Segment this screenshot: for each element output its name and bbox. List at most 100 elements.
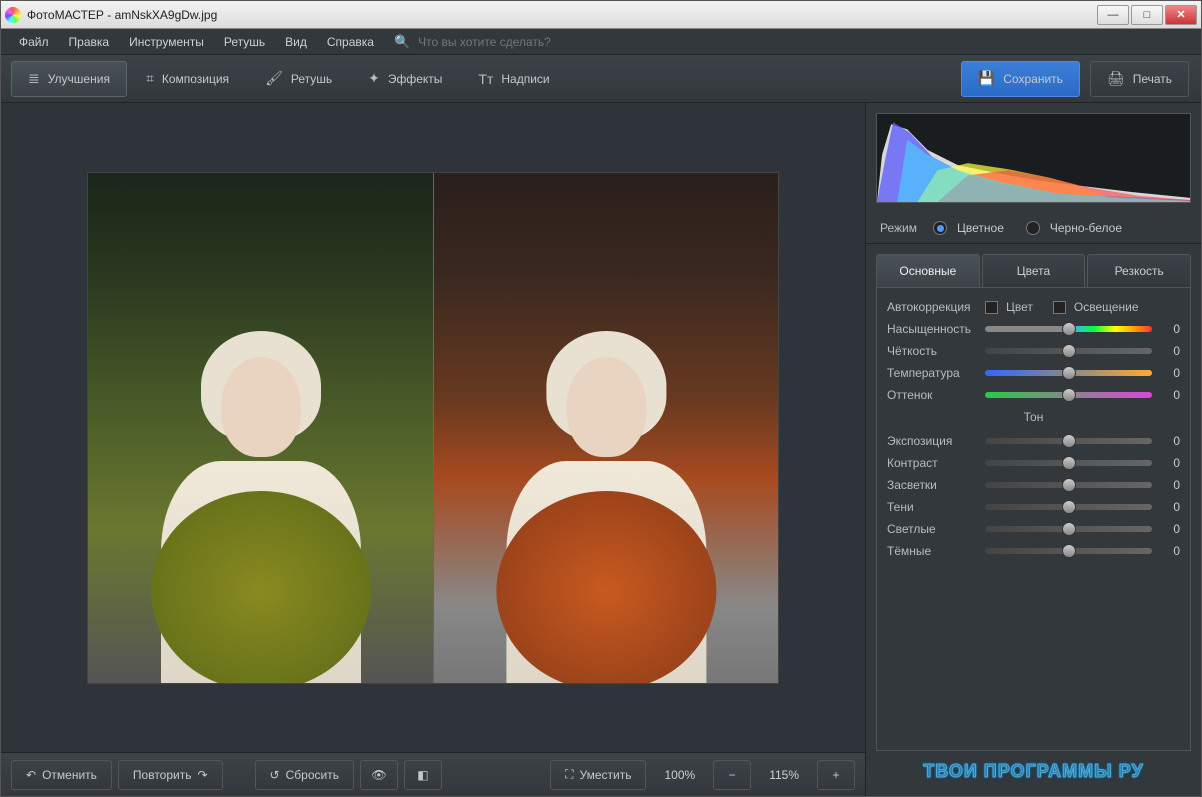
- slider-thumb[interactable]: [1062, 544, 1076, 558]
- slider-track[interactable]: [985, 460, 1152, 466]
- menu-retouch[interactable]: Ретушь: [216, 31, 273, 53]
- slider-thumb[interactable]: [1062, 434, 1076, 448]
- slider-thumb[interactable]: [1062, 388, 1076, 402]
- radio-bw[interactable]: [1026, 221, 1040, 235]
- tab-text[interactable]: TтНадписи: [461, 61, 566, 97]
- tab-label: Улучшения: [48, 72, 110, 86]
- slider-thumb[interactable]: [1062, 478, 1076, 492]
- redo-button[interactable]: Повторить↷: [118, 760, 223, 790]
- sliders-icon: ≣: [28, 70, 40, 87]
- slider-value: 0: [1160, 456, 1180, 470]
- reset-icon: ↺: [270, 768, 280, 782]
- before-after-container: [87, 172, 779, 684]
- undo-button[interactable]: ↶Отменить: [11, 760, 112, 790]
- zoom-100[interactable]: 100%: [652, 768, 707, 782]
- window-title: ФотоМАСТЕР - amNskXA9gDw.jpg: [27, 8, 217, 22]
- check-color-label[interactable]: Цвет: [1006, 300, 1033, 314]
- slider-value: 0: [1160, 322, 1180, 336]
- tab-colors[interactable]: Цвета: [982, 254, 1086, 287]
- fit-label: Уместить: [580, 768, 632, 782]
- search-icon: 🔍: [394, 34, 410, 50]
- menu-edit[interactable]: Правка: [61, 31, 118, 53]
- slider-tint: Оттенок 0: [887, 388, 1180, 402]
- slider-thumb[interactable]: [1062, 456, 1076, 470]
- crop-icon: ⌗: [146, 70, 154, 87]
- slider-value: 0: [1160, 522, 1180, 536]
- slider-label: Засветки: [887, 478, 977, 492]
- menu-view[interactable]: Вид: [277, 31, 315, 53]
- save-icon: 💾: [978, 70, 995, 87]
- mode-row: Режим Цветное Черно-белое: [866, 213, 1201, 244]
- compare-icon: ◧: [417, 768, 428, 782]
- tab-label: Композиция: [162, 72, 229, 86]
- tone-section-label: Тон: [887, 410, 1180, 424]
- check-light[interactable]: [1053, 301, 1066, 314]
- zoom-in-button[interactable]: +: [817, 760, 855, 790]
- radio-bw-label[interactable]: Черно-белое: [1050, 221, 1122, 235]
- maximize-button[interactable]: □: [1131, 5, 1163, 25]
- slider-track[interactable]: [985, 482, 1152, 488]
- slider-track[interactable]: [985, 548, 1152, 554]
- tab-label: Ретушь: [291, 72, 332, 86]
- minimize-button[interactable]: —: [1097, 5, 1129, 25]
- preview-button[interactable]: 👁: [360, 760, 398, 790]
- brush-icon: 🖌: [265, 70, 283, 87]
- slider-highlights: Засветки 0: [887, 478, 1180, 492]
- eye-icon: 👁: [371, 768, 386, 782]
- slider-label: Температура: [887, 366, 977, 380]
- close-button[interactable]: ✕: [1165, 5, 1197, 25]
- tab-sharp[interactable]: Резкость: [1087, 254, 1191, 287]
- radio-color-label[interactable]: Цветное: [957, 221, 1004, 235]
- watermark-text: ТВОИ ПРОГРАММЫ РУ: [866, 751, 1201, 796]
- slider-contrast: Контраст 0: [887, 456, 1180, 470]
- slider-value: 0: [1160, 366, 1180, 380]
- slider-track[interactable]: [985, 526, 1152, 532]
- tab-enhance[interactable]: ≣ Улучшения: [11, 61, 127, 97]
- slider-thumb[interactable]: [1062, 366, 1076, 380]
- search-input[interactable]: [418, 35, 618, 49]
- slider-value: 0: [1160, 500, 1180, 514]
- save-label: Сохранить: [1003, 72, 1063, 86]
- slider-thumb[interactable]: [1062, 500, 1076, 514]
- tab-retouch[interactable]: 🖌 Ретушь: [248, 61, 349, 97]
- slider-track[interactable]: [985, 370, 1152, 376]
- redo-icon: ↷: [197, 768, 207, 782]
- slider-track[interactable]: [985, 504, 1152, 510]
- subject-placeholder: [468, 300, 743, 683]
- slider-track[interactable]: [985, 348, 1152, 354]
- slider-label: Чёткость: [887, 344, 977, 358]
- histogram: [876, 113, 1191, 203]
- menu-help[interactable]: Справка: [319, 31, 382, 53]
- slider-track[interactable]: [985, 438, 1152, 444]
- save-button[interactable]: 💾 Сохранить: [961, 61, 1080, 97]
- slider-thumb[interactable]: [1062, 344, 1076, 358]
- slider-thumb[interactable]: [1062, 522, 1076, 536]
- tab-effects[interactable]: ✦ Эффекты: [351, 61, 459, 97]
- zoom-value: 115%: [757, 768, 811, 782]
- wand-icon: ✦: [368, 70, 380, 87]
- print-button[interactable]: 🖨Печать: [1090, 61, 1189, 97]
- slider-clarity: Чёткость 0: [887, 344, 1180, 358]
- fit-button[interactable]: ⛶Уместить: [550, 760, 646, 790]
- tab-main[interactable]: Основные: [876, 254, 980, 287]
- check-light-label[interactable]: Освещение: [1074, 300, 1139, 314]
- radio-color[interactable]: [933, 221, 947, 235]
- main-area: ↶Отменить Повторить↷ ↺Сбросить 👁 ◧ ⛶Умес…: [1, 103, 866, 796]
- slider-track[interactable]: [985, 392, 1152, 398]
- reset-button[interactable]: ↺Сбросить: [255, 760, 354, 790]
- menu-tools[interactable]: Инструменты: [121, 31, 212, 53]
- canvas[interactable]: [1, 103, 865, 752]
- undo-icon: ↶: [26, 768, 36, 782]
- slider-saturation: Насыщенность 0: [887, 322, 1180, 336]
- tab-composition[interactable]: ⌗ Композиция: [129, 61, 246, 97]
- menubar: Файл Правка Инструменты Ретушь Вид Справ…: [1, 29, 1201, 55]
- compare-button[interactable]: ◧: [404, 760, 442, 790]
- print-icon: 🖨: [1107, 70, 1125, 87]
- slider-track[interactable]: [985, 326, 1152, 332]
- text-icon: Tт: [478, 71, 493, 87]
- menu-file[interactable]: Файл: [11, 31, 57, 53]
- tab-label: Эффекты: [388, 72, 443, 86]
- zoom-out-button[interactable]: −: [713, 760, 751, 790]
- slider-thumb[interactable]: [1062, 322, 1076, 336]
- check-color[interactable]: [985, 301, 998, 314]
